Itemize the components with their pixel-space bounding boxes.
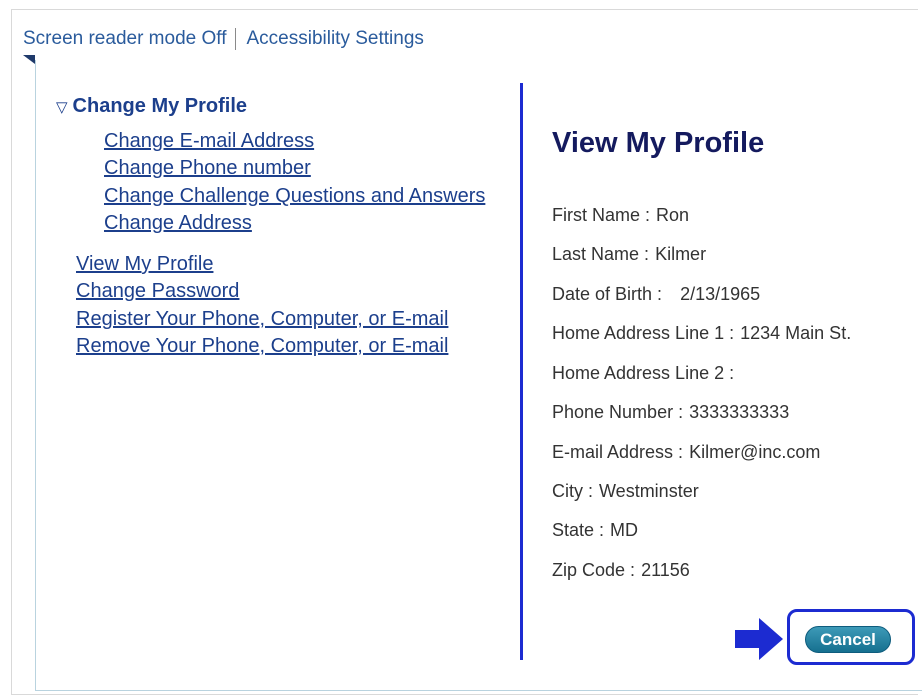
page-title: View My Profile — [552, 127, 765, 159]
field-label: Zip Code — [552, 560, 626, 580]
profile-field-address-line-2: Home Address Line 2: — [552, 363, 735, 383]
cancel-button[interactable]: Cancel — [805, 626, 891, 653]
field-label: State — [552, 520, 595, 540]
field-value: Kilmer@inc.com — [689, 442, 821, 462]
remove-device-link[interactable]: Remove Your Phone, Computer, or E-mail — [76, 335, 448, 358]
accessibility-settings-link[interactable]: Accessibility Settings — [246, 28, 423, 50]
nav-heading-change-profile[interactable]: ▽ Change My Profile — [56, 95, 247, 118]
field-value: Ron — [656, 205, 690, 225]
profile-field-last-name: Last Name: Kilmer — [552, 244, 707, 264]
field-value: 3333333333 — [689, 402, 790, 422]
field-label: Last Name — [552, 244, 640, 264]
top-bar-separator — [235, 28, 237, 50]
field-label: Date of Birth — [552, 284, 653, 304]
nav-heading-label: Change My Profile — [72, 95, 248, 117]
profile-field-city: City: Westminster — [552, 481, 699, 501]
profile-field-zip-code: Zip Code:21156 — [552, 560, 690, 580]
field-label: Home Address Line 1 — [552, 323, 725, 343]
field-label: E-mail Address — [552, 442, 674, 462]
change-challenge-questions-link[interactable]: Change Challenge Questions and Answers — [104, 185, 485, 208]
field-value: Westminster — [599, 481, 699, 501]
corner-tab-marker — [23, 55, 35, 64]
field-value: MD — [610, 520, 639, 540]
field-label: Phone Number — [552, 402, 674, 422]
content-panel — [35, 60, 922, 691]
register-device-link[interactable]: Register Your Phone, Computer, or E-mail — [76, 308, 448, 331]
field-label: City — [552, 481, 583, 501]
profile-field-address-line-1: Home Address Line 1:1234 Main St. — [552, 323, 852, 343]
field-value: 1234 Main St. — [740, 323, 852, 343]
change-address-link[interactable]: Change Address — [104, 212, 252, 235]
change-email-link[interactable]: Change E-mail Address — [104, 130, 314, 153]
screen-reader-mode-link[interactable]: Screen reader mode Off — [23, 28, 226, 50]
field-label: Home Address Line 2 — [552, 363, 725, 383]
profile-field-first-name: First Name: Ron — [552, 205, 690, 225]
change-password-link[interactable]: Change Password — [76, 280, 239, 303]
profile-field-date-of-birth: Date of Birth:2/13/1965 — [552, 284, 761, 304]
vertical-divider — [520, 83, 523, 660]
arrow-right-icon — [735, 618, 783, 660]
profile-field-state: State: MD — [552, 520, 639, 540]
field-value: Kilmer — [655, 244, 707, 264]
field-value: 2/13/1965 — [680, 284, 761, 304]
profile-field-email: E-mail Address: Kilmer@inc.com — [552, 442, 821, 462]
top-bar: Screen reader mode Off Accessibility Set… — [23, 28, 424, 50]
triangle-down-icon: ▽ — [56, 98, 68, 116]
change-phone-link[interactable]: Change Phone number — [104, 157, 311, 180]
field-label: First Name — [552, 205, 641, 225]
view-profile-link[interactable]: View My Profile — [76, 253, 213, 276]
profile-field-phone-number: Phone Number:3333333333 — [552, 402, 790, 422]
field-value: 21156 — [641, 560, 690, 580]
